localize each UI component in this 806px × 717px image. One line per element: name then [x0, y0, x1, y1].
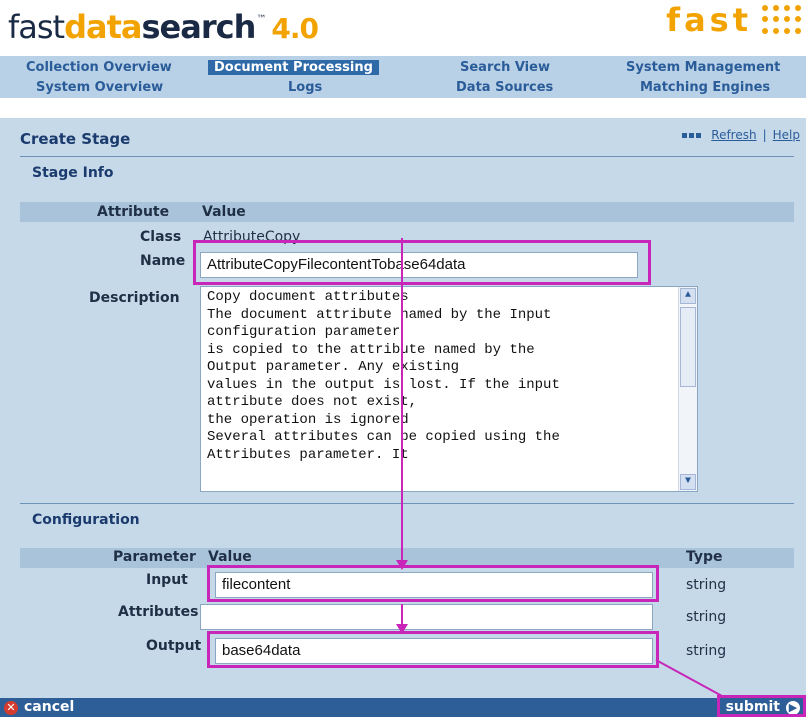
description-line: The document attribute named by the Inpu…: [207, 306, 552, 323]
fast-brand-logo: fast: [666, 0, 802, 40]
name-highlight: [193, 240, 651, 285]
help-link[interactable]: Help: [773, 128, 800, 142]
brand-dots-icon: [762, 5, 802, 35]
scrollbar-thumb[interactable]: [680, 307, 696, 387]
refresh-link[interactable]: Refresh: [711, 128, 756, 142]
attribute-column-header: Attribute: [97, 204, 170, 220]
description-textarea[interactable]: Copy document attributes The document at…: [200, 286, 698, 492]
cancel-icon: ✕: [4, 700, 18, 715]
output-type: string: [686, 643, 727, 659]
class-label: Class: [140, 229, 182, 245]
nav-collection-overview[interactable]: Collection Overview: [26, 60, 172, 75]
nav-system-overview[interactable]: System Overview: [36, 80, 163, 95]
description-line: attribute does not exist,: [207, 394, 418, 410]
description-line: Several attributes can be copied using t…: [207, 429, 560, 445]
title-divider: [20, 156, 794, 157]
config-value-column-header: Value: [208, 549, 252, 565]
fastdatasearch-logo: fastdatasearch™ 4.0: [8, 8, 319, 46]
header-gap: [0, 98, 806, 118]
square-bullets-icon: [682, 132, 702, 138]
nav-data-sources[interactable]: Data Sources: [456, 80, 553, 95]
parameter-column-header: Parameter: [113, 549, 196, 565]
action-bar: ✕ cancel submit ▶: [0, 695, 806, 717]
description-scrollbar[interactable]: ▲ ▼: [678, 287, 697, 491]
description-line: is copied to the attribute named by the: [207, 341, 535, 358]
logo-trademark: ™: [256, 14, 266, 25]
input-highlight: [207, 565, 659, 602]
output-highlight: [207, 631, 659, 668]
config-divider: [20, 503, 794, 504]
create-stage-panel: Create Stage Refresh | Help Stage Info A…: [0, 118, 806, 698]
output-label: Output: [146, 638, 202, 654]
links-separator: |: [762, 128, 767, 142]
nav-logs[interactable]: Logs: [288, 80, 322, 95]
value-column-header: Value: [202, 204, 246, 220]
logo-version: 4.0: [271, 12, 319, 45]
nav-document-processing[interactable]: Document Processing: [208, 60, 379, 75]
logo-fast-text: fast: [8, 8, 65, 46]
name-label: Name: [140, 253, 186, 269]
description-line: Attributes parameter. It: [207, 446, 409, 463]
cancel-label: cancel: [24, 699, 75, 715]
scroll-up-icon[interactable]: ▲: [680, 288, 696, 304]
type-column-header: Type: [686, 549, 723, 565]
configuration-title: Configuration: [32, 512, 140, 528]
stage-info-title: Stage Info: [32, 165, 114, 181]
description-label: Description: [89, 290, 180, 306]
description-line: Copy document attributes: [207, 289, 409, 305]
cancel-button[interactable]: ✕ cancel: [4, 698, 74, 717]
description-line: Output parameter. Any existing: [207, 359, 460, 375]
nav-search-view[interactable]: Search View: [460, 60, 550, 75]
nav-system-management[interactable]: System Management: [626, 60, 780, 75]
logo-data-text: data: [64, 8, 142, 46]
page-links: Refresh | Help: [682, 128, 800, 142]
nav-matching-engines[interactable]: Matching Engines: [640, 80, 770, 95]
scroll-down-icon[interactable]: ▼: [680, 474, 696, 490]
attributes-type: string: [686, 609, 727, 625]
stage-info-section: Stage Info: [20, 158, 794, 186]
description-line: values in the output is lost. If the inp…: [207, 376, 560, 393]
input-label: Input: [146, 572, 188, 588]
attributes-parameter-field[interactable]: [200, 604, 653, 630]
main-navigation: Collection Overview Document Processing …: [0, 56, 806, 98]
page-title: Create Stage: [20, 130, 131, 148]
attributes-label: Attributes: [118, 604, 199, 620]
brand-word: fast: [666, 1, 752, 39]
input-type: string: [686, 577, 727, 593]
configuration-section: Configuration: [20, 505, 794, 533]
description-line: the operation is ignored: [207, 411, 409, 428]
logo-search-text: search: [141, 8, 256, 46]
description-line: configuration parameter: [207, 324, 401, 340]
app-header: fastdatasearch™ 4.0 fast: [0, 0, 806, 56]
submit-highlight: [717, 695, 806, 717]
